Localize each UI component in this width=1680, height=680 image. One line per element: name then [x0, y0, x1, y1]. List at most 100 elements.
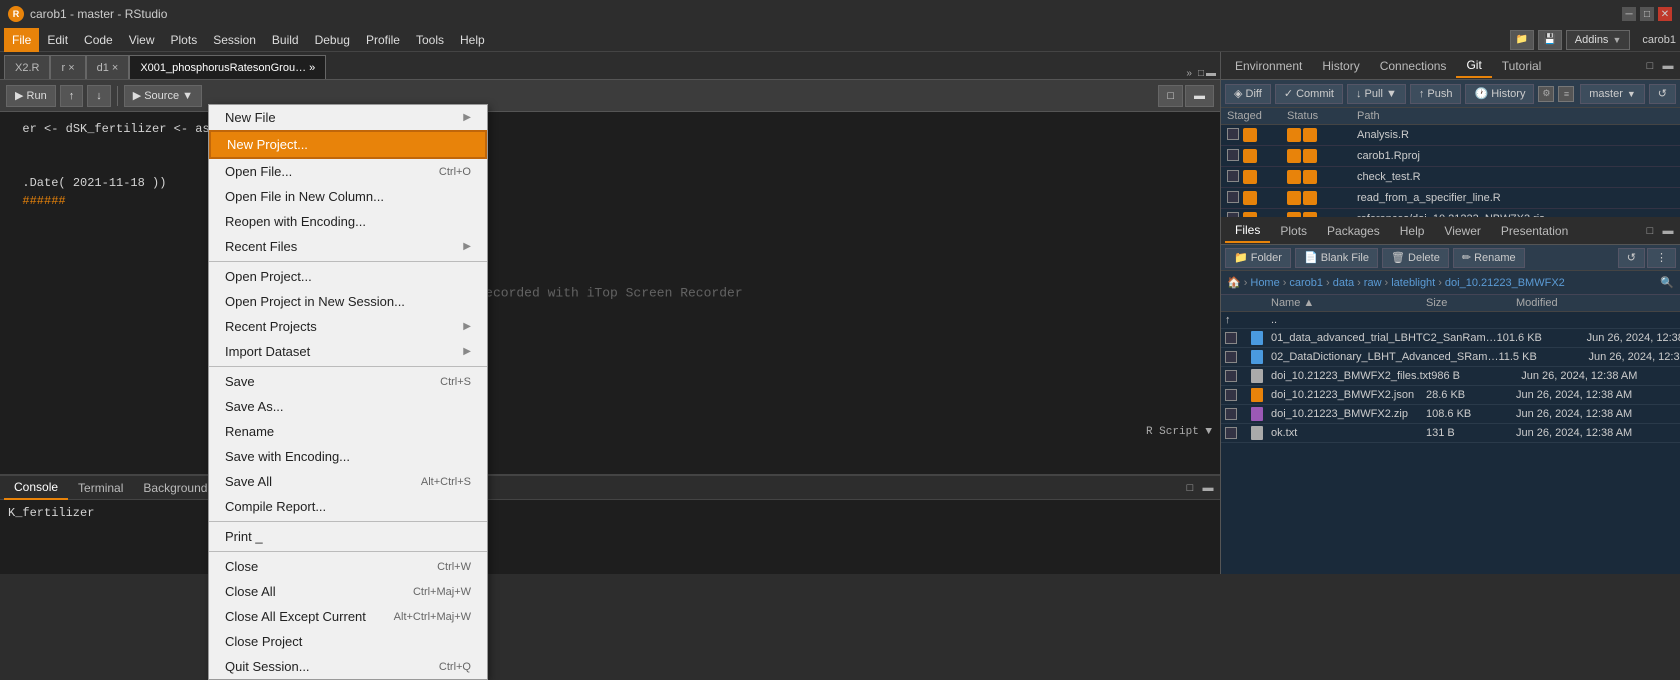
menu-view[interactable]: View	[121, 28, 163, 52]
dropdown-close-except[interactable]: Close All Except Current Alt+Ctrl+Maj+W	[209, 604, 487, 629]
git-view-btn[interactable]: ≡	[1558, 86, 1574, 102]
pull-btn[interactable]: ↓ Pull ▼	[1347, 84, 1406, 104]
file-check-4[interactable]	[1225, 408, 1237, 420]
editor-collapse-btn[interactable]: ▬	[1185, 85, 1214, 107]
file-col-name[interactable]: Name ▲	[1271, 297, 1426, 309]
menu-file[interactable]: File	[4, 28, 39, 52]
file-row-5[interactable]: ok.txt 131 B Jun 26, 2024, 12:38 AM	[1221, 424, 1680, 443]
git-checkbox-3[interactable]	[1227, 191, 1239, 203]
dropdown-recent-files[interactable]: Recent Files ▶	[209, 234, 487, 259]
git-checkbox-2[interactable]	[1227, 170, 1239, 182]
breadcrumb-raw[interactable]: raw	[1364, 277, 1382, 289]
menu-code[interactable]: Code	[76, 28, 121, 52]
tab-packages[interactable]: Packages	[1317, 220, 1390, 242]
parent-dir-row[interactable]: ↑ ..	[1221, 312, 1680, 329]
history-btn[interactable]: 🕐 History	[1465, 84, 1534, 104]
dropdown-rename[interactable]: Rename	[209, 419, 487, 444]
dropdown-open-project[interactable]: Open Project...	[209, 264, 487, 289]
editor-maximize-btn[interactable]: □	[1158, 85, 1183, 107]
console-tab[interactable]: Console	[4, 476, 68, 500]
minimize-button[interactable]: ─	[1622, 7, 1636, 21]
dropdown-close[interactable]: Close Ctrl+W	[209, 554, 487, 579]
open-project-btn[interactable]: 📁	[1510, 30, 1534, 50]
file-check-3[interactable]	[1225, 389, 1237, 401]
commit-btn[interactable]: ✓ Commit	[1275, 84, 1343, 104]
files-collapse-btn[interactable]: ▬	[1660, 223, 1676, 239]
dropdown-import-dataset[interactable]: Import Dataset ▶	[209, 339, 487, 364]
menu-help[interactable]: Help	[452, 28, 493, 52]
breadcrumb-carob1[interactable]: carob1	[1289, 277, 1323, 289]
file-row-0[interactable]: 01_data_advanced_trial_LBHTC2_SanRam… 10…	[1221, 329, 1680, 348]
git-panel-maximize-btn[interactable]: □	[1642, 58, 1658, 74]
menu-session[interactable]: Session	[205, 28, 264, 52]
dropdown-save-as[interactable]: Save As...	[209, 394, 487, 419]
tab-history-top[interactable]: History	[1312, 55, 1369, 77]
dropdown-print[interactable]: Print _	[209, 524, 487, 549]
tab-x2r[interactable]: X2.R	[4, 55, 50, 79]
git-panel-collapse-btn[interactable]: ▬	[1660, 58, 1676, 74]
file-check-1[interactable]	[1225, 351, 1237, 363]
files-more-btn[interactable]: ⋮	[1647, 248, 1676, 268]
save-btn[interactable]: 💾	[1538, 30, 1562, 50]
dropdown-new-file[interactable]: New File ▶	[209, 105, 487, 130]
terminal-tab[interactable]: Terminal	[68, 477, 133, 499]
git-checkbox-0[interactable]	[1227, 128, 1239, 140]
tab-d1[interactable]: d1 ×	[86, 55, 130, 79]
dropdown-close-all[interactable]: Close All Ctrl+Maj+W	[209, 579, 487, 604]
maximize-button[interactable]: □	[1640, 7, 1654, 21]
file-check-2[interactable]	[1225, 370, 1237, 382]
menu-plots[interactable]: Plots	[163, 28, 206, 52]
files-refresh-btn[interactable]: ↺	[1618, 248, 1645, 268]
delete-file-btn[interactable]: 🗑 Delete	[1382, 248, 1449, 268]
diff-btn[interactable]: ◈ Diff	[1225, 84, 1271, 104]
menu-build[interactable]: Build	[264, 28, 307, 52]
branch-selector[interactable]: master ▼	[1580, 84, 1645, 104]
breadcrumb-doi[interactable]: doi_10.21223_BMWFX2	[1445, 277, 1565, 289]
expand-editor-btn[interactable]: □	[1198, 68, 1204, 79]
dropdown-open-project-session[interactable]: Open Project in New Session...	[209, 289, 487, 314]
collapse-editor-btn[interactable]: ▬	[1206, 68, 1216, 79]
files-maximize-btn[interactable]: □	[1642, 223, 1658, 239]
source-btn[interactable]: ▶ Source ▼	[124, 85, 202, 107]
git-settings-btn[interactable]: ⚙	[1538, 86, 1554, 102]
addins-dropdown[interactable]: Addins ▼	[1566, 30, 1631, 50]
git-refresh-btn[interactable]: ↺	[1649, 84, 1676, 104]
console-collapse-btn[interactable]: ▬	[1200, 480, 1216, 496]
tab-plots[interactable]: Plots	[1270, 220, 1317, 242]
file-col-modified[interactable]: Modified	[1516, 297, 1676, 309]
file-row-3[interactable]: doi_10.21223_BMWFX2.json 28.6 KB Jun 26,…	[1221, 386, 1680, 405]
tab-overflow-btn[interactable]: »	[1186, 68, 1192, 79]
file-row-2[interactable]: doi_10.21223_BMWFX2_files.txt 986 B Jun …	[1221, 367, 1680, 386]
dropdown-compile-report[interactable]: Compile Report...	[209, 494, 487, 519]
source-arrow-down-btn[interactable]: ↓	[87, 85, 111, 107]
blank-file-btn[interactable]: 📄 Blank File	[1295, 248, 1378, 268]
dropdown-save[interactable]: Save Ctrl+S	[209, 369, 487, 394]
close-button[interactable]: ✕	[1658, 7, 1672, 21]
tab-r[interactable]: r ×	[50, 55, 85, 79]
tab-files[interactable]: Files	[1225, 219, 1270, 243]
dropdown-save-all[interactable]: Save All Alt+Ctrl+S	[209, 469, 487, 494]
breadcrumb-data[interactable]: data	[1333, 277, 1354, 289]
file-check-0[interactable]	[1225, 332, 1237, 344]
new-folder-btn[interactable]: 📁 Folder	[1225, 248, 1291, 268]
dropdown-open-file-column[interactable]: Open File in New Column...	[209, 184, 487, 209]
source-arrow-up-btn[interactable]: ↑	[60, 85, 84, 107]
console-maximize-btn[interactable]: □	[1182, 480, 1198, 496]
dropdown-close-project[interactable]: Close Project	[209, 629, 487, 654]
tab-help[interactable]: Help	[1390, 220, 1435, 242]
tab-presentation[interactable]: Presentation	[1491, 220, 1578, 242]
push-btn[interactable]: ↑ Push	[1410, 84, 1462, 104]
tab-git[interactable]: Git	[1456, 54, 1491, 78]
dropdown-reopen-encoding[interactable]: Reopen with Encoding...	[209, 209, 487, 234]
rename-file-btn[interactable]: ✏ Rename	[1453, 248, 1525, 268]
tab-environment[interactable]: Environment	[1225, 55, 1312, 77]
tab-viewer[interactable]: Viewer	[1434, 220, 1490, 242]
dropdown-open-file[interactable]: Open File... Ctrl+O	[209, 159, 487, 184]
menu-tools[interactable]: Tools	[408, 28, 452, 52]
file-row-1[interactable]: 02_DataDictionary_LBHT_Advanced_SRam… 11…	[1221, 348, 1680, 367]
run-btn[interactable]: ▶ Run	[6, 85, 56, 107]
breadcrumb-lateblight[interactable]: lateblight	[1391, 277, 1435, 289]
dropdown-save-encoding[interactable]: Save with Encoding...	[209, 444, 487, 469]
menu-profile[interactable]: Profile	[358, 28, 408, 52]
menu-edit[interactable]: Edit	[39, 28, 76, 52]
